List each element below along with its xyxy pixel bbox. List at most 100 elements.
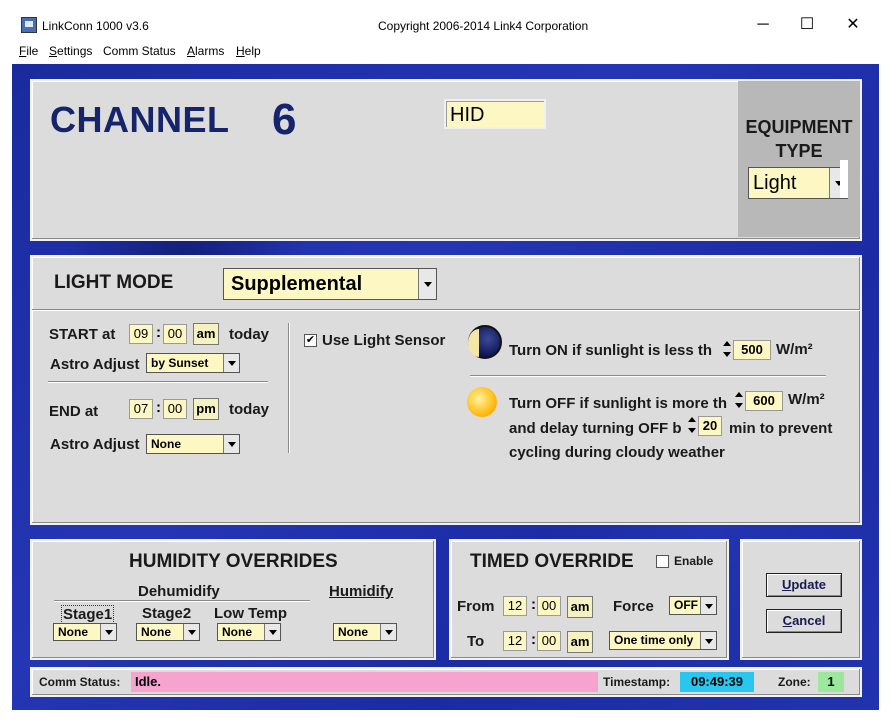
lowtemp-select[interactable]: None	[217, 623, 281, 641]
timestamp-field: 09:49:39	[680, 672, 754, 692]
chevron-down-icon	[183, 624, 199, 640]
minimize-icon[interactable]: ─	[748, 12, 778, 38]
start-minute-field[interactable]: 00	[163, 324, 187, 344]
humidify-select[interactable]: None	[333, 623, 397, 641]
turn-off-spinner[interactable]	[734, 390, 744, 410]
start-ampm-toggle[interactable]: am	[193, 323, 219, 345]
delay-text: and delay turning OFF b	[509, 420, 682, 437]
turn-on-unit: W/m²	[776, 341, 813, 358]
end-label: END at	[49, 403, 99, 420]
end-ampm-toggle[interactable]: pm	[193, 398, 219, 420]
turn-off-unit: W/m²	[788, 391, 825, 408]
turn-on-value-field[interactable]: 500	[733, 340, 771, 360]
start-hour-field[interactable]: 09	[129, 324, 153, 344]
force-select[interactable]: OFF	[669, 596, 717, 615]
colon: :	[156, 399, 161, 416]
window-title: LinkConn 1000 v3.6	[42, 19, 149, 33]
stage1-label: Stage1	[61, 605, 115, 624]
window-copyright: Copyright 2006-2014 Link4 Corporation	[378, 19, 589, 33]
to-minute-field[interactable]: 00	[537, 631, 561, 651]
from-ampm-toggle[interactable]: am	[567, 596, 593, 618]
menu-bar: File Settings Comm Status Alarms Help	[0, 40, 891, 64]
to-ampm-toggle[interactable]: am	[567, 631, 593, 653]
end-hour-field[interactable]: 07	[129, 399, 153, 419]
lowtemp-label: Low Temp	[214, 605, 288, 622]
sun-ray	[460, 400, 504, 404]
start-astro-select[interactable]: by Sunset	[146, 353, 240, 373]
stage2-select[interactable]: None	[136, 623, 200, 641]
timed-override-panel: TIMED OVERRIDE Enable From 12 : 00 am To…	[449, 539, 729, 660]
timed-override-title: TIMED OVERRIDE	[470, 551, 634, 572]
enable-checkbox[interactable]	[656, 555, 669, 568]
from-hour-field[interactable]: 12	[503, 596, 527, 616]
light-mode-select[interactable]: Supplemental	[223, 268, 437, 300]
chevron-down-icon	[700, 597, 716, 614]
chevron-down-icon	[700, 632, 716, 649]
chevron-down-icon	[380, 624, 396, 640]
zone-label: Zone:	[778, 675, 811, 689]
repeat-select[interactable]: One time only	[609, 631, 717, 650]
channel-title: CHANNEL	[50, 99, 230, 140]
channel-number: 6	[272, 95, 297, 144]
turn-off-text: Turn OFF if sunlight is more th	[509, 395, 728, 412]
chevron-down-icon	[264, 624, 280, 640]
sun-ray	[465, 385, 499, 419]
colon: :	[531, 596, 536, 613]
timestamp-label: Timestamp:	[603, 675, 671, 689]
turn-off-value-field[interactable]: 600	[745, 391, 783, 411]
chevron-down-icon	[100, 624, 116, 640]
start-suffix: today	[229, 326, 270, 343]
force-label: Force	[613, 598, 654, 615]
dehumidify-label: Dehumidify	[138, 583, 220, 600]
cancel-button[interactable]: Cancel	[766, 609, 842, 633]
menu-comm-status[interactable]: Comm Status	[103, 44, 176, 58]
divider	[470, 375, 826, 377]
end-astro-label: Astro Adjust	[50, 436, 140, 453]
use-light-sensor-checkbox[interactable]: ✔	[304, 334, 317, 347]
panel-edge	[840, 160, 848, 198]
use-light-sensor-label: Use Light Sensor	[322, 332, 446, 349]
close-icon[interactable]: ✕	[838, 12, 868, 38]
sun-icon	[460, 380, 504, 424]
actions-panel: Update Cancel	[740, 539, 862, 660]
menu-file[interactable]: File	[19, 44, 38, 58]
zone-field: 1	[818, 672, 844, 692]
start-astro-label: Astro Adjust	[50, 356, 140, 373]
delay-spinner[interactable]	[687, 415, 697, 435]
title-bar: LinkConn 1000 v3.6 Copyright 2006-2014 L…	[0, 0, 891, 40]
light-mode-panel: LIGHT MODE Supplemental START at 09 : 00…	[30, 255, 862, 525]
divider	[48, 381, 268, 383]
update-button[interactable]: Update	[766, 573, 842, 597]
sun-ray	[480, 380, 484, 424]
turn-on-spinner[interactable]	[722, 339, 732, 359]
comm-status-label: Comm Status:	[39, 675, 121, 689]
equipment-type-box: EQUIPMENT TYPE Light	[738, 81, 860, 237]
app-icon	[21, 17, 37, 33]
colon: :	[531, 631, 536, 648]
equipment-type-label: EQUIPMENT	[745, 117, 853, 137]
end-minute-field[interactable]: 00	[163, 399, 187, 419]
equipment-type-select[interactable]: Light	[748, 167, 848, 199]
from-minute-field[interactable]: 00	[537, 596, 561, 616]
sun-ray	[465, 385, 499, 419]
delay-value-field[interactable]: 20	[698, 416, 722, 436]
humidity-overrides-title: HUMIDITY OVERRIDES	[129, 551, 338, 572]
end-astro-select[interactable]: None	[146, 434, 240, 454]
to-hour-field[interactable]: 12	[503, 631, 527, 651]
menu-settings[interactable]: Settings	[49, 44, 92, 58]
start-label: START at	[49, 326, 116, 343]
channel-name-field[interactable]: HID	[444, 99, 546, 129]
chevron-down-icon	[223, 354, 239, 372]
client-area: CHANNEL 6 HID EQUIPMENT TYPE Light LIGHT…	[12, 64, 879, 710]
colon: :	[156, 324, 161, 341]
maximize-icon[interactable]: ☐	[792, 12, 822, 38]
menu-alarms[interactable]: Alarms	[187, 44, 224, 58]
divider	[288, 323, 290, 453]
turn-on-text: Turn ON if sunlight is less th	[509, 342, 713, 359]
end-suffix: today	[229, 401, 270, 418]
stage2-label: Stage2	[142, 605, 192, 622]
moon-icon	[468, 325, 502, 359]
channel-panel: CHANNEL 6 HID EQUIPMENT TYPE Light	[30, 79, 862, 241]
stage1-select[interactable]: None	[53, 623, 117, 641]
menu-help[interactable]: Help	[236, 44, 261, 58]
